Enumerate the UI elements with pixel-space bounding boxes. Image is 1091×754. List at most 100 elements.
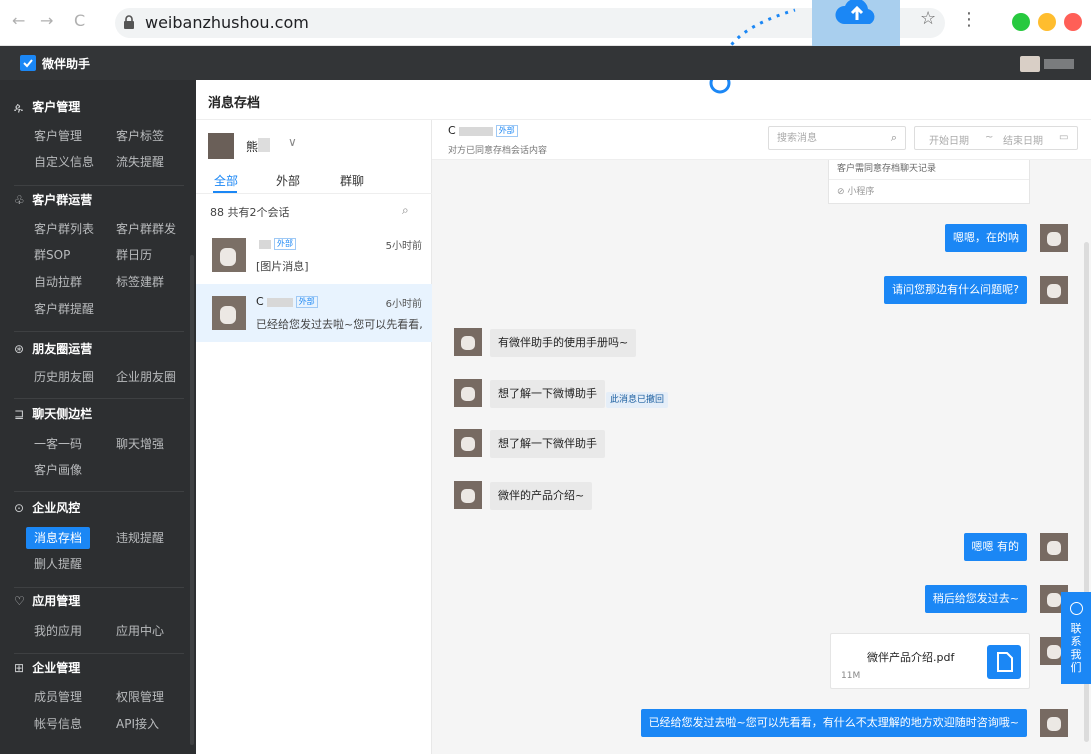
sidebar-item-members[interactable]: 成员管理 — [34, 686, 82, 708]
upload-highlight — [812, 0, 900, 48]
conversation-panel: 熊 ∨ 全部 外部 群聊 88 共有2个会话 ⌕ 外部 5小时前 [图片消息] … — [196, 120, 432, 754]
message-in: 想了解一下微博助手 — [490, 380, 605, 408]
window-minimize-dot[interactable] — [1038, 13, 1056, 31]
user-name-redacted[interactable] — [1044, 59, 1074, 69]
building-icon: ⊞ — [14, 661, 25, 675]
bookmark-star-icon[interactable]: ☆ — [920, 8, 936, 29]
sidebar-item-delete-alert[interactable]: 删人提醒 — [34, 553, 82, 575]
reload-icon[interactable]: C — [74, 10, 85, 32]
sidebar-item-one-code[interactable]: 一客一码 — [34, 433, 82, 455]
section-customer-manage[interactable]: ዹ 客户管理 — [14, 96, 80, 118]
sidebar-icon: ⊒ — [14, 407, 25, 421]
search-icon[interactable]: ⌕ — [891, 131, 897, 145]
sidebar-item-auto-invite[interactable]: 自动拉群 — [34, 271, 82, 293]
moments-icon: ⊛ — [14, 342, 25, 356]
sidebar-item-group-alert[interactable]: 客户群提醒 — [34, 298, 94, 320]
chat-bubble-icon — [1070, 602, 1083, 615]
end-date-field[interactable]: 结束日期 — [1003, 132, 1043, 147]
user-avatar[interactable] — [1020, 56, 1040, 72]
sidebar-item-group-list[interactable]: 客户群列表 — [34, 218, 94, 240]
back-arrow-icon[interactable]: ← — [12, 10, 25, 32]
user-icon: ዹ — [14, 100, 23, 114]
group-icon: ♧ — [14, 193, 25, 207]
sidebar-item-churn-alert[interactable]: 流失提醒 — [116, 151, 164, 173]
chat-contact-name: C 外部 — [448, 124, 518, 137]
sidebar-item-api[interactable]: API接入 — [116, 713, 159, 735]
file-name: 微伴产品介绍.pdf — [867, 651, 955, 664]
tab-external[interactable]: 外部 — [276, 172, 300, 189]
message-out: 已经给您发过去啦~您可以先看看，有什么不太理解的地方欢迎随时咨询哦~ — [640, 709, 1027, 737]
chat-header: C外部 对方已同意存档会话内容 ⌕ 开始日期 ~ 结束日期 ▭ — [432, 120, 1091, 160]
window-maximize-dot[interactable] — [1012, 13, 1030, 31]
conversation-item-selected[interactable]: C 外部 6小时前 已经给您发过去啦~您可以先看看, ... — [196, 284, 432, 342]
staff-name[interactable]: 熊 — [246, 138, 258, 155]
section-app-manage[interactable]: ♡ 应用管理 — [14, 590, 80, 612]
sidebar-item-chat-enhance[interactable]: 聊天增强 — [116, 433, 164, 455]
sidebar-item-enterprise-moments[interactable]: 企业朋友圈 — [116, 366, 176, 388]
avatar — [212, 296, 246, 330]
section-risk-control[interactable]: ⊙ 企业风控 — [14, 497, 80, 519]
forward-arrow-icon[interactable]: → — [40, 10, 53, 32]
section-enterprise-manage[interactable]: ⊞ 企业管理 — [14, 657, 80, 679]
sidebar-item-tag-group[interactable]: 标签建群 — [116, 271, 164, 293]
sidebar-item-customer-manage[interactable]: 客户管理 — [34, 125, 82, 147]
avatar — [1040, 276, 1068, 304]
browser-toolbar: ← → C weibanzhushou.com ☆ ⋮ — [0, 0, 1091, 48]
sidebar-item-group-broadcast[interactable]: 客户群群发 — [116, 218, 176, 240]
mini-program-card[interactable]: 客户需同意存档聊天记录 ⊘ 小程序 — [828, 160, 1030, 204]
sidebar-item-custom-info[interactable]: 自定义信息 — [34, 151, 94, 173]
sidebar-item-account-info[interactable]: 帐号信息 — [34, 713, 82, 735]
sidebar-item-customer-portrait[interactable]: 客户画像 — [34, 459, 82, 481]
conversation-time: 5小时前 — [385, 241, 422, 252]
external-tag: 外部 — [295, 296, 318, 308]
logo-text: 微伴助手 — [42, 57, 91, 71]
page-title: 消息存档 — [208, 96, 261, 111]
sidebar-item-group-calendar[interactable]: 群日历 — [116, 244, 152, 266]
chevron-down-icon[interactable]: ∨ — [288, 135, 297, 149]
chat-messages: 客户需同意存档聊天记录 ⊘ 小程序 嗯嗯，在的呐 请问您那边有什么问题呢? 有微… — [432, 160, 1091, 754]
sidebar-item-customer-tags[interactable]: 客户标签 — [116, 125, 164, 147]
calendar-icon[interactable]: ▭ — [1059, 132, 1068, 143]
page-header: 消息存档 — [196, 80, 1091, 120]
sidebar-item-my-apps[interactable]: 我的应用 — [34, 620, 82, 642]
mini-program-icon: ⊘ — [837, 187, 848, 197]
more-menu-icon[interactable]: ⋮ — [960, 9, 978, 30]
search-icon[interactable]: ⌕ — [402, 203, 409, 218]
avatar — [1040, 224, 1068, 252]
contact-us-button[interactable]: 联系我们 — [1061, 592, 1091, 684]
start-date-field[interactable]: 开始日期 — [929, 132, 969, 147]
avatar — [1040, 709, 1068, 737]
section-group-ops[interactable]: ♧ 客户群运营 — [14, 189, 92, 211]
sidebar-item-app-center[interactable]: 应用中心 — [116, 620, 164, 642]
message-out: 嗯嗯 有的 — [963, 533, 1027, 561]
message-in: 想了解一下微伴助手 — [490, 430, 605, 458]
message-in: 有微伴助手的使用手册吗~ — [490, 329, 637, 357]
avatar — [1040, 533, 1068, 561]
conversation-item[interactable]: 外部 5小时前 [图片消息] — [196, 226, 432, 284]
sidebar: ዹ 客户管理 客户管理 客户标签 自定义信息 流失提醒 ♧ 客户群运营 客户群列… — [0, 80, 196, 754]
message-out: 嗯嗯，在的呐 — [945, 224, 1027, 252]
date-separator: ~ — [985, 132, 994, 143]
message-search: ⌕ — [768, 126, 906, 150]
avatar — [454, 429, 482, 457]
cloud-upload-icon[interactable] — [832, 0, 882, 30]
sidebar-item-message-archive[interactable]: 消息存档 — [26, 527, 91, 549]
section-moments[interactable]: ⊛ 朋友圈运营 — [14, 338, 92, 360]
date-range-picker[interactable]: 开始日期 ~ 结束日期 ▭ — [914, 126, 1078, 150]
message-search-input[interactable] — [777, 130, 877, 146]
file-message[interactable]: 微伴产品介绍.pdf 11M — [830, 633, 1030, 689]
sidebar-scrollbar[interactable] — [190, 255, 194, 745]
tab-group[interactable]: 群聊 — [340, 172, 364, 189]
lock-icon — [124, 15, 134, 29]
conversation-preview: [图片消息] — [256, 260, 309, 273]
sidebar-item-group-sop[interactable]: 群SOP — [34, 244, 70, 266]
url-text: weibanzhushou.com — [145, 13, 309, 32]
window-close-dot[interactable] — [1064, 13, 1082, 31]
tab-all[interactable]: 全部 — [214, 172, 238, 189]
sidebar-item-violation-alert[interactable]: 违规提醒 — [116, 527, 164, 549]
app-icon: ♡ — [14, 594, 25, 608]
external-tag: 外部 — [274, 238, 296, 250]
sidebar-item-moments-history[interactable]: 历史朋友圈 — [34, 366, 94, 388]
sidebar-item-permissions[interactable]: 权限管理 — [116, 686, 164, 708]
section-chat-sidebar[interactable]: ⊒ 聊天侧边栏 — [14, 403, 92, 425]
